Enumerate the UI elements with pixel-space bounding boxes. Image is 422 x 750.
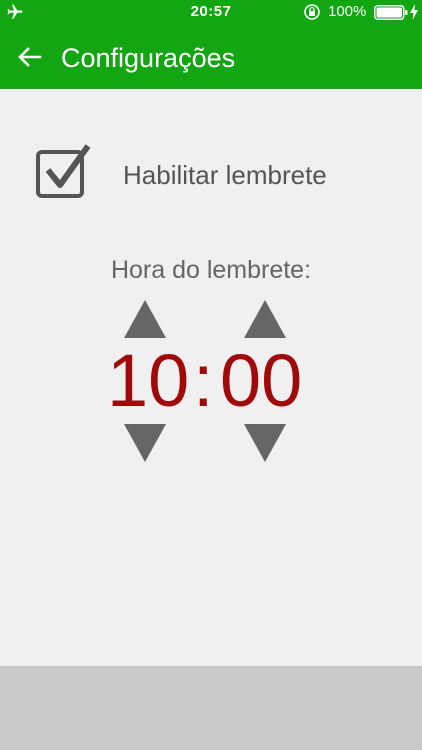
- status-bar: 20:57 100%: [0, 0, 422, 25]
- back-button[interactable]: [10, 39, 50, 75]
- minutes-value: 00: [220, 339, 303, 422]
- minutes-increase-button[interactable]: [244, 300, 286, 338]
- hours-value: 10: [107, 339, 190, 422]
- triangle-down-icon: [244, 424, 286, 462]
- battery-icon: [374, 5, 408, 20]
- hours-decrease-button[interactable]: [124, 424, 166, 462]
- bottom-bar: [0, 666, 422, 750]
- enable-reminder-label: Habilitar lembrete: [123, 160, 327, 190]
- minutes-decrease-button[interactable]: [244, 424, 286, 462]
- enable-reminder-toggle[interactable]: Habilitar lembrete: [30, 140, 370, 210]
- checkbox-checked-icon[interactable]: [34, 144, 92, 202]
- battery-percent: 100%: [328, 3, 367, 20]
- arrow-left-icon: [18, 47, 42, 67]
- page-title: Configurações: [61, 43, 236, 73]
- triangle-up-icon: [244, 300, 286, 338]
- settings-screen: 20:57 100% Configurações Habilitar lembr…: [0, 0, 422, 750]
- triangle-up-icon: [124, 300, 166, 338]
- app-bar: Configurações: [0, 25, 422, 89]
- orientation-lock-icon: [303, 3, 321, 21]
- charging-icon: [410, 4, 418, 20]
- hours-increase-button[interactable]: [124, 300, 166, 338]
- reminder-time-label: Hora do lembrete:: [110, 256, 312, 284]
- triangle-down-icon: [124, 424, 166, 462]
- time-separator: :: [193, 339, 214, 422]
